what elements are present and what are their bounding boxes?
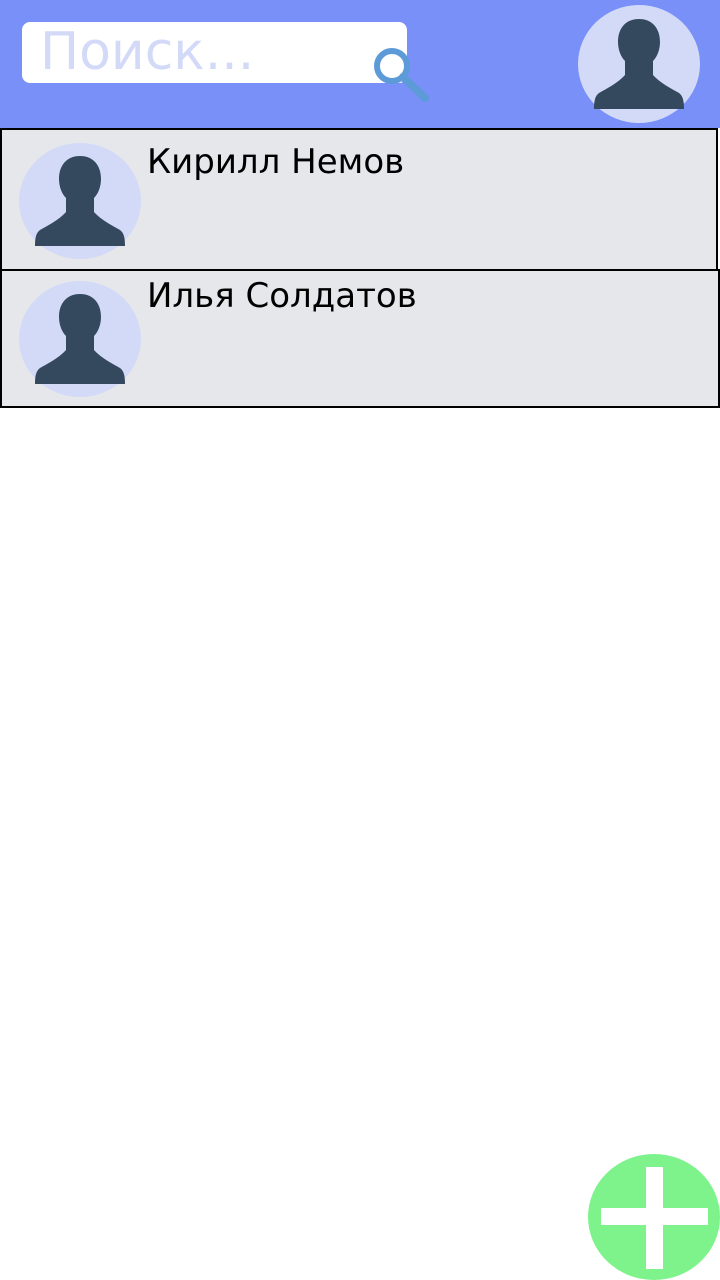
profile-avatar[interactable] xyxy=(578,5,700,123)
app-header xyxy=(0,0,720,128)
contact-name: Илья Солдатов xyxy=(147,276,417,316)
search-icon[interactable] xyxy=(370,46,430,104)
contact-name: Кирилл Немов xyxy=(147,142,405,182)
search-input[interactable] xyxy=(40,24,350,80)
contact-row[interactable]: Кирилл Немов xyxy=(0,128,718,271)
search-bar[interactable] xyxy=(22,22,429,102)
contact-row[interactable]: Илья Солдатов xyxy=(0,269,720,408)
add-contact-button[interactable] xyxy=(588,1154,720,1280)
user-avatar-icon xyxy=(18,280,142,398)
user-avatar-icon xyxy=(18,142,142,260)
